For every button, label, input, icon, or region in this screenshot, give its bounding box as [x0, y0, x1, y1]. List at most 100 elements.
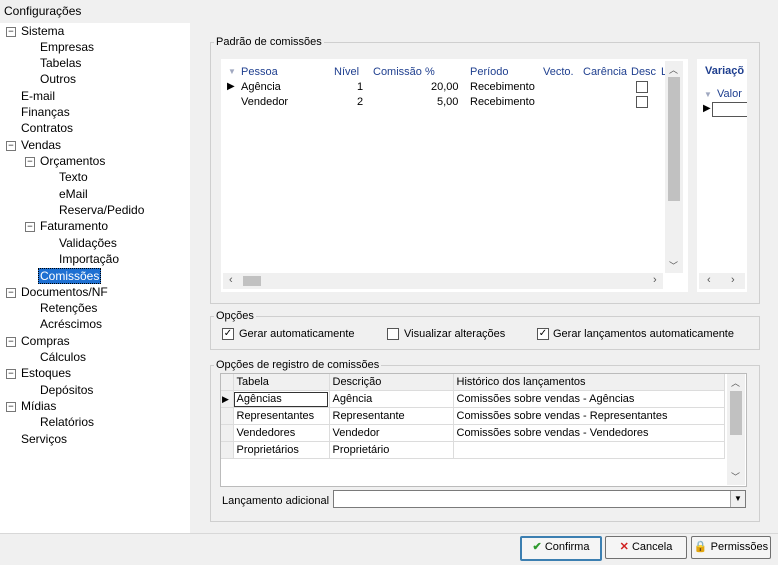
table-row[interactable]: Representantes Representante Comissões s… — [221, 407, 725, 425]
collapse-icon[interactable]: − — [25, 157, 35, 167]
scroll-thumb[interactable] — [243, 276, 261, 286]
tree-item-comissoes[interactable]: Comissões — [38, 268, 102, 284]
variacao-valor-input[interactable] — [712, 102, 747, 117]
tree-item-empresas[interactable]: Empresas — [40, 40, 94, 54]
chevron-right-icon[interactable]: › — [653, 274, 657, 286]
tree-item-acrescimos[interactable]: Acréscimos — [40, 317, 102, 331]
collapse-icon[interactable]: − — [6, 369, 16, 379]
horizontal-scrollbar[interactable]: ‹ › — [223, 273, 663, 289]
scroll-thumb[interactable] — [668, 77, 680, 201]
tree-item-validacoes[interactable]: Validações — [59, 236, 117, 250]
horizontal-scrollbar[interactable]: ‹ › — [699, 273, 745, 289]
cell-historico[interactable] — [453, 441, 725, 459]
cell-descricao[interactable]: Agência — [329, 390, 454, 408]
cell-tabela[interactable]: Representantes — [233, 407, 330, 425]
tree-item-documentos[interactable]: Documentos/NF — [21, 285, 108, 299]
tree-item-estoques[interactable]: Estoques — [21, 366, 71, 380]
tree-item-orcamentos[interactable]: Orçamentos — [40, 154, 105, 168]
tree-item-email[interactable]: E-mail — [21, 89, 55, 103]
column-header[interactable]: Valor — [717, 88, 742, 100]
tree-item-outros[interactable]: Outros — [40, 72, 76, 86]
collapse-icon[interactable]: − — [6, 27, 16, 37]
column-header[interactable]: Comissão % — [373, 66, 435, 78]
tree-item-retencoes[interactable]: Retenções — [40, 301, 97, 315]
cell-pessoa[interactable]: Vendedor — [241, 96, 288, 108]
cell-descricao[interactable]: Proprietário — [329, 441, 454, 459]
cell-comissao[interactable]: 20,00 — [431, 81, 459, 93]
registro-grid[interactable]: Tabela Descrição Histórico dos lançament… — [220, 373, 747, 487]
gerar-automaticamente-checkbox[interactable]: ✓ — [222, 328, 234, 340]
cell-descricao[interactable]: Representante — [329, 407, 454, 425]
tree-item-reserva-pedido[interactable]: Reserva/Pedido — [59, 203, 144, 217]
tree-item-importacao[interactable]: Importação — [59, 252, 119, 266]
permissoes-button[interactable]: 🔒 Permissões — [691, 536, 771, 559]
column-header[interactable]: Nível — [334, 66, 359, 78]
cell-tabela[interactable]: Agências — [233, 390, 330, 408]
column-header[interactable]: Tabela — [233, 374, 330, 391]
tree-item-depositos[interactable]: Depósitos — [40, 383, 93, 397]
cell-descricao[interactable]: Vendedor — [329, 424, 454, 442]
cell-nivel[interactable]: 1 — [357, 81, 363, 93]
column-header[interactable]: Desc — [631, 66, 656, 78]
chevron-down-icon[interactable]: ﹀ — [731, 470, 740, 483]
cell-pessoa[interactable]: Agência — [241, 81, 281, 93]
vertical-scrollbar[interactable]: ︿ ﹀ — [727, 374, 745, 485]
table-row[interactable]: Vendedores Vendedor Comissões sobre vend… — [221, 424, 725, 442]
desc-checkbox[interactable] — [636, 81, 648, 93]
filter-icon: ▼ — [704, 90, 712, 99]
tree-item-compras[interactable]: Compras — [21, 334, 70, 348]
gerar-lancamentos-checkbox[interactable]: ✓ — [537, 328, 549, 340]
cell-historico[interactable]: Comissões sobre vendas - Representantes — [453, 407, 725, 425]
cell-historico[interactable]: Comissões sobre vendas - Agências — [453, 390, 725, 408]
cell-comissao[interactable]: 5,00 — [437, 96, 458, 108]
cell-tabela[interactable]: Proprietários — [233, 441, 330, 459]
column-header[interactable]: Vecto. — [543, 66, 574, 78]
confirma-button[interactable]: ✔ Confirma — [520, 536, 602, 561]
tree-item-financas[interactable]: Finanças — [21, 105, 70, 119]
collapse-icon[interactable]: − — [6, 337, 16, 347]
visualizar-alteracoes-checkbox[interactable] — [387, 328, 399, 340]
column-header[interactable]: Descrição — [329, 374, 454, 391]
confirma-label: Confirma — [544, 541, 590, 553]
chevron-down-icon[interactable]: ▼ — [730, 491, 745, 507]
chevron-left-icon[interactable]: ‹ — [229, 274, 233, 286]
cell-periodo[interactable]: Recebimento — [470, 96, 535, 108]
tree-item-calculos[interactable]: Cálculos — [40, 350, 86, 364]
comissoes-grid[interactable]: ▼ Pessoa Nível Comissão % Período Vecto.… — [221, 59, 688, 292]
cell-tabela[interactable]: Vendedores — [233, 424, 330, 442]
collapse-icon[interactable]: − — [6, 141, 16, 151]
tree-item-sistema[interactable]: Sistema — [21, 24, 64, 38]
tree-item-contratos[interactable]: Contratos — [21, 121, 73, 135]
table-row[interactable]: Proprietários Proprietário — [221, 441, 725, 459]
scroll-thumb[interactable] — [730, 391, 742, 435]
collapse-icon[interactable]: − — [25, 222, 35, 232]
cancela-button[interactable]: ✕ Cancela — [605, 536, 687, 559]
chevron-left-icon[interactable]: ‹ — [707, 274, 711, 286]
tree-item-email-orcamento[interactable]: eMail — [59, 187, 88, 201]
chevron-up-icon[interactable]: ︿ — [669, 63, 678, 76]
tree-item-texto[interactable]: Texto — [59, 170, 88, 184]
desc-checkbox[interactable] — [636, 96, 648, 108]
vertical-scrollbar[interactable]: ︿ ﹀ — [665, 61, 683, 273]
collapse-icon[interactable]: − — [6, 402, 16, 412]
column-header[interactable]: Pessoa — [241, 66, 278, 78]
column-header[interactable]: Histórico dos lançamentos — [453, 374, 725, 391]
column-header[interactable]: Carência — [583, 66, 627, 78]
collapse-icon[interactable]: − — [6, 288, 16, 298]
tree-item-relatorios[interactable]: Relatórios — [40, 415, 94, 429]
tree-item-vendas[interactable]: Vendas — [21, 138, 61, 152]
window-title: Configurações — [4, 4, 82, 18]
lancamento-adicional-select[interactable]: ▼ — [333, 490, 746, 508]
cell-nivel[interactable]: 2 — [357, 96, 363, 108]
chevron-up-icon[interactable]: ︿ — [731, 376, 740, 389]
chevron-down-icon[interactable]: ﹀ — [669, 259, 678, 272]
column-header[interactable]: Período — [470, 66, 509, 78]
cell-historico[interactable]: Comissões sobre vendas - Vendedores — [453, 424, 725, 442]
tree-item-midias[interactable]: Mídias — [21, 399, 56, 413]
tree-item-tabelas[interactable]: Tabelas — [40, 56, 81, 70]
tree-item-faturamento[interactable]: Faturamento — [40, 219, 108, 233]
chevron-right-icon[interactable]: › — [731, 274, 735, 286]
cell-periodo[interactable]: Recebimento — [470, 81, 535, 93]
tree-item-servicos[interactable]: Serviços — [21, 432, 67, 446]
table-row[interactable]: ▶ Agências Agência Comissões sobre venda… — [221, 390, 725, 408]
